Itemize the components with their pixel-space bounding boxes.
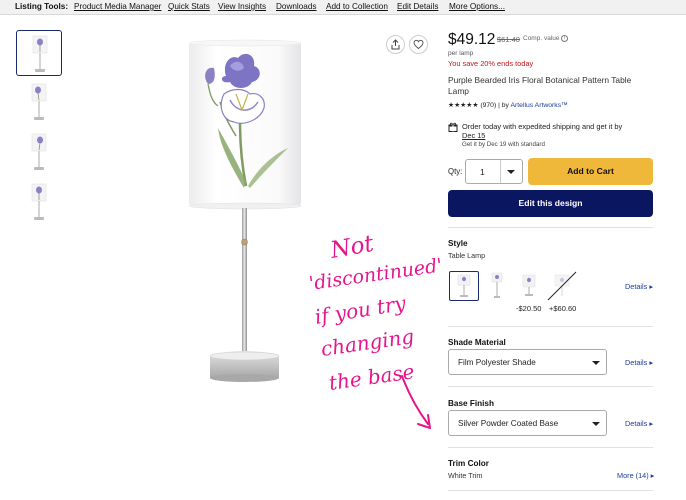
divider — [448, 326, 653, 327]
by-label: by — [501, 102, 509, 109]
shade-material-heading: Shade Material — [448, 338, 506, 347]
thumbnail-2[interactable] — [16, 80, 62, 126]
heart-icon — [413, 39, 424, 50]
divider — [448, 447, 653, 448]
unavailable-style-icon — [547, 271, 577, 301]
base-finish-heading: Base Finish — [448, 399, 494, 408]
shade-material-value: Film Polyester Shade — [458, 358, 536, 367]
artist-link[interactable]: Artellus Artworks™ — [510, 102, 567, 109]
shade-details-link[interactable]: Details ▸ — [625, 358, 653, 367]
share-icon — [391, 39, 400, 50]
shipping-date-link[interactable]: Dec 15 — [462, 131, 485, 140]
comp-price: $61.40 — [497, 35, 520, 44]
chevron-right-icon: ▸ — [649, 358, 654, 367]
listing-tools-label: Listing Tools: — [15, 2, 69, 11]
toolbar-link-quick-stats[interactable]: Quick Stats — [168, 0, 210, 14]
base-finish-select[interactable]: Silver Powder Coated Base — [448, 410, 607, 436]
base-finish-value: Silver Powder Coated Base — [458, 419, 559, 428]
toolbar-link-downloads[interactable]: Downloads — [276, 0, 317, 14]
annotation-line-3: if you try — [313, 291, 408, 329]
style-price-delta-1: -$20.50 — [516, 304, 542, 313]
product-title: Purple Bearded Iris Floral Botanical Pat… — [448, 75, 632, 96]
lamp-thumbnail-icon — [31, 83, 47, 120]
style-price-delta-2: +$60.60 — [549, 304, 577, 313]
thumbnail-3[interactable] — [16, 130, 62, 176]
qty-label: Qty: — [448, 167, 463, 176]
rating-row: ★★★★★ (970) | by Artellus Artworks™ — [448, 102, 568, 109]
savings-text: You save 20% ends today — [448, 59, 534, 68]
listing-tools-bar: Listing Tools: Product Media Manager Qui… — [0, 0, 686, 15]
comp-value-label: Comp. value — [523, 35, 560, 42]
trim-color-value: White Trim — [448, 471, 483, 480]
style-details-link[interactable]: Details ▸ — [625, 282, 653, 291]
toolbar-link-add-to-collection[interactable]: Add to Collection — [326, 0, 388, 14]
style-option-3[interactable] — [515, 271, 545, 301]
chevron-right-icon: ▸ — [650, 471, 655, 480]
product-price: $49.12 — [448, 31, 496, 48]
chevron-down-icon — [507, 170, 515, 174]
toolbar-link-view-insights[interactable]: View Insights — [218, 0, 266, 14]
qty-select[interactable]: 1 — [465, 159, 523, 184]
info-icon[interactable]: i — [561, 35, 568, 42]
standard-shipping-note: Get it by Dec 19 with standard — [462, 141, 545, 148]
chevron-down-icon — [592, 361, 600, 365]
qty-value: 1 — [480, 167, 485, 177]
per-unit-label: per lamp — [448, 50, 474, 57]
handwritten-annotation: Not 'discontinued' if you try changing t… — [308, 231, 444, 429]
favorite-button[interactable] — [409, 35, 428, 54]
chevron-right-icon: ▸ — [649, 419, 654, 428]
toolbar-link-more-options[interactable]: More Options... — [449, 0, 505, 14]
annotation-line-2: 'discontinued' — [308, 254, 444, 294]
add-to-cart-button[interactable]: Add to Cart — [528, 158, 653, 185]
lamp-thumbnail-icon — [31, 183, 47, 220]
gift-icon — [448, 122, 458, 132]
chevron-down-icon — [592, 422, 600, 426]
floor-lamp-style-icon — [491, 272, 503, 298]
product-main-image — [178, 36, 312, 388]
share-button[interactable] — [386, 35, 405, 54]
mini-lamp-style-icon — [522, 274, 536, 296]
qty-divider — [500, 160, 501, 183]
style-heading: Style — [448, 239, 468, 248]
table-lamp-style-icon — [457, 274, 471, 297]
style-option-table-lamp[interactable] — [449, 271, 479, 301]
shade-material-select[interactable]: Film Polyester Shade — [448, 349, 607, 375]
table-lamp-image — [188, 39, 302, 382]
lamp-thumbnail-icon — [32, 35, 48, 72]
thumbnail-1[interactable] — [16, 30, 62, 76]
shipping-message: Order today with expedited shipping and … — [462, 122, 623, 131]
style-option-4-unavailable[interactable] — [547, 271, 577, 301]
style-option-2[interactable] — [483, 271, 513, 301]
divider — [448, 490, 653, 491]
trim-color-heading: Trim Color — [448, 459, 489, 468]
review-count[interactable]: (970) — [480, 102, 496, 109]
divider — [448, 386, 653, 387]
toolbar-link-edit-details[interactable]: Edit Details — [397, 0, 438, 14]
toolbar-link-product-media-manager[interactable]: Product Media Manager — [74, 0, 161, 14]
base-details-link[interactable]: Details ▸ — [625, 419, 653, 428]
divider — [448, 227, 653, 228]
trim-more-link[interactable]: More (14) ▸ — [617, 471, 654, 480]
edit-design-button[interactable]: Edit this design — [448, 190, 653, 217]
chevron-right-icon: ▸ — [649, 282, 654, 291]
thumbnail-4[interactable] — [16, 180, 62, 226]
style-selected: Table Lamp — [448, 251, 486, 260]
star-rating-icon: ★★★★★ — [448, 102, 479, 109]
annotation-line-4: changing — [319, 324, 415, 361]
annotation-line-1: Not — [328, 231, 377, 264]
lamp-thumbnail-icon — [31, 133, 47, 170]
